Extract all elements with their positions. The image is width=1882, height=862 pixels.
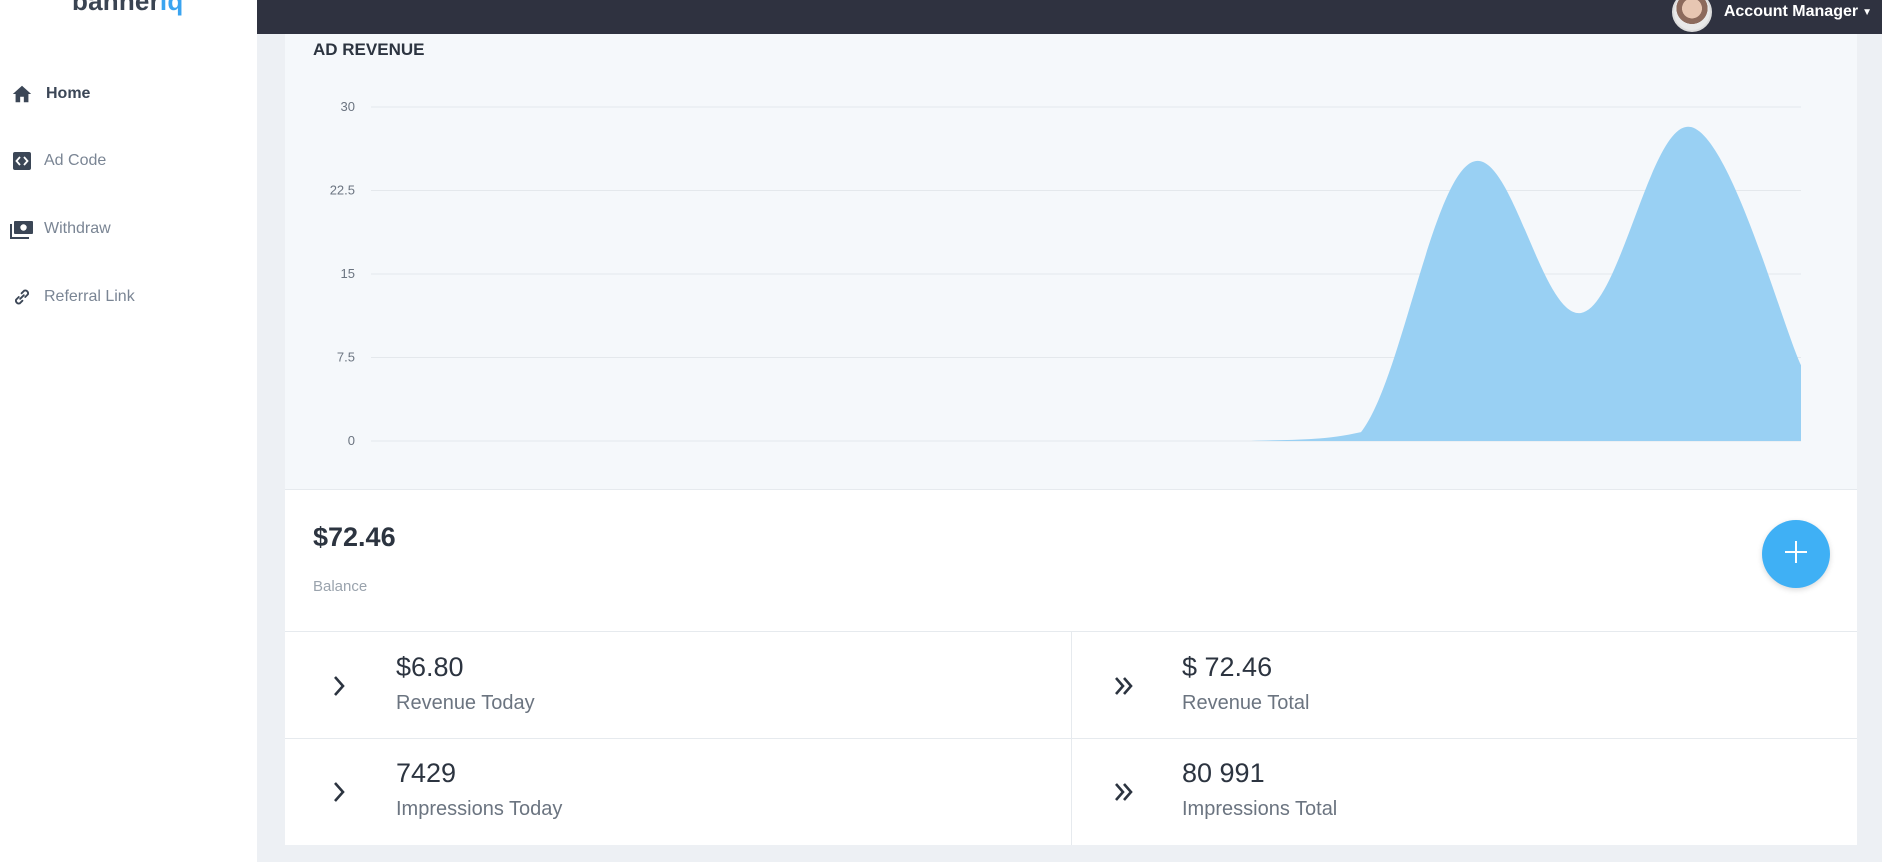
- account-name: Account Manager: [1723, 3, 1859, 20]
- double-chevron-right-icon: [1107, 774, 1143, 810]
- sidebar-item-ad-code[interactable]: Ad Code: [10, 147, 106, 175]
- balance-label: Balance: [313, 578, 368, 595]
- account-menu[interactable]: Account Manager ▼: [1671, 0, 1872, 32]
- stat-impressions-today: 7429 Impressions Today: [285, 738, 1071, 844]
- double-chevron-right-icon: [1107, 668, 1143, 704]
- stat-label: Revenue Today: [396, 692, 535, 714]
- balance-value: $72.46: [313, 522, 396, 552]
- stat-impressions-total: 80 991 Impressions Total: [1071, 738, 1857, 844]
- stat-value: $ 72.46: [1182, 652, 1273, 682]
- logo-accent: iq: [159, 0, 184, 16]
- avatar[interactable]: [1671, 0, 1712, 32]
- sidebar-item-label: Ad Code: [44, 152, 107, 169]
- revenue-card: AD REVENUE 30 22.5 15 7.5 0 $72.46 Balance $…: [285, 34, 1857, 845]
- home-icon: [10, 82, 34, 106]
- sidebar-item-label: Referral Link: [44, 288, 135, 305]
- chevron-down-icon: ▼: [1862, 6, 1872, 18]
- chart-svg: 30 22.5 15 7.5 0: [330, 99, 1801, 448]
- logo-text: banner: [72, 0, 160, 16]
- stat-label: Impressions Total: [1182, 798, 1338, 820]
- stat-revenue-total: $ 72.46 Revenue Total: [1071, 632, 1857, 738]
- y-tick-label: 22.5: [330, 183, 355, 198]
- y-tick-label: 0: [348, 433, 355, 448]
- ad-revenue-chart: AD REVENUE 30 22.5 15 7.5 0: [285, 34, 1857, 490]
- plus-icon: [1782, 538, 1810, 571]
- balance-section: $72.46 Balance: [285, 490, 1857, 632]
- sidebar: banneriq Home Ad Code Withdraw Referral …: [0, 0, 257, 862]
- sidebar-item-label: Withdraw: [44, 220, 111, 237]
- chevron-right-icon: [321, 668, 357, 704]
- stat-revenue-today: $6.80 Revenue Today: [285, 632, 1071, 738]
- money-icon: [10, 217, 34, 241]
- link-icon: [10, 285, 34, 309]
- stat-value: 7429: [396, 758, 457, 788]
- y-tick-label: 30: [341, 99, 355, 114]
- top-bar: Account Manager ▼: [257, 0, 1882, 34]
- stat-value: 80 991: [1182, 758, 1265, 788]
- sidebar-item-label: Home: [46, 85, 91, 102]
- stat-label: Impressions Today: [396, 798, 563, 820]
- stat-label: Revenue Total: [1182, 692, 1310, 714]
- app-logo[interactable]: banneriq: [72, 0, 183, 17]
- code-icon: [10, 149, 34, 173]
- stat-value: $6.80: [396, 652, 464, 682]
- sidebar-item-withdraw[interactable]: Withdraw: [10, 215, 111, 243]
- sidebar-item-home[interactable]: Home: [10, 80, 90, 108]
- revenue-area-series: [371, 126, 1801, 441]
- y-tick-label: 7.5: [337, 350, 355, 365]
- y-tick-label: 15: [341, 266, 355, 281]
- add-button[interactable]: [1762, 520, 1830, 588]
- sidebar-item-referral-link[interactable]: Referral Link: [10, 283, 135, 311]
- chevron-right-icon: [321, 774, 357, 810]
